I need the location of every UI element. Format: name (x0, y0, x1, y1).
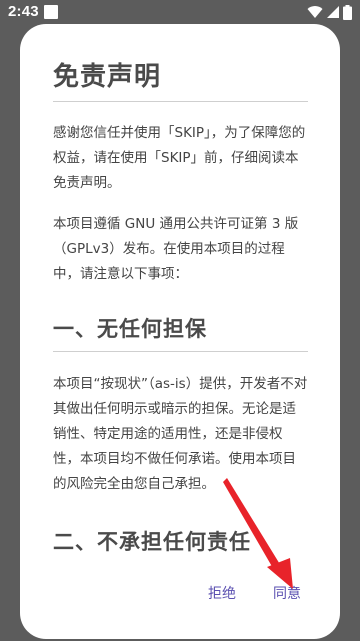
title-divider (53, 101, 308, 102)
dialog-content: 免责声明 感谢您信任并使用「SKIP」，为了保障您的权益，请在使用「SKIP」前… (53, 60, 309, 564)
reject-button[interactable]: 拒绝 (208, 582, 236, 606)
dialog-title: 免责声明 (53, 62, 162, 92)
section2-heading: 二、不承担任何责任 (53, 530, 251, 554)
status-bar: 2:43 (0, 0, 360, 24)
dialog-actions: 拒绝 同意 (20, 582, 340, 606)
battery-icon (343, 4, 352, 20)
agree-button[interactable]: 同意 (273, 582, 301, 606)
wifi-icon (307, 6, 323, 19)
status-time: 2:43 (8, 3, 39, 20)
signal-icon (327, 6, 339, 18)
section1-heading: 一、无任何担保 (53, 317, 207, 341)
status-square-icon (44, 5, 58, 19)
intro-paragraph: 感谢您信任并使用「SKIP」，为了保障您的权益，请在使用「SKIP」前，仔细阅读… (53, 125, 306, 191)
disclaimer-dialog: 免责声明 感谢您信任并使用「SKIP」，为了保障您的权益，请在使用「SKIP」前… (20, 24, 340, 639)
section1-paragraph: 本项目“按现状”（as-is）提供，开发者不对其做出任何明示或暗示的担保。无论是… (53, 376, 308, 492)
section1-divider (53, 351, 308, 352)
license-paragraph: 本项目遵循 GNU 通用公共许可证第 3 版（GPLv3）发布。在使用本项目的过… (53, 216, 299, 282)
status-icons (307, 4, 352, 20)
